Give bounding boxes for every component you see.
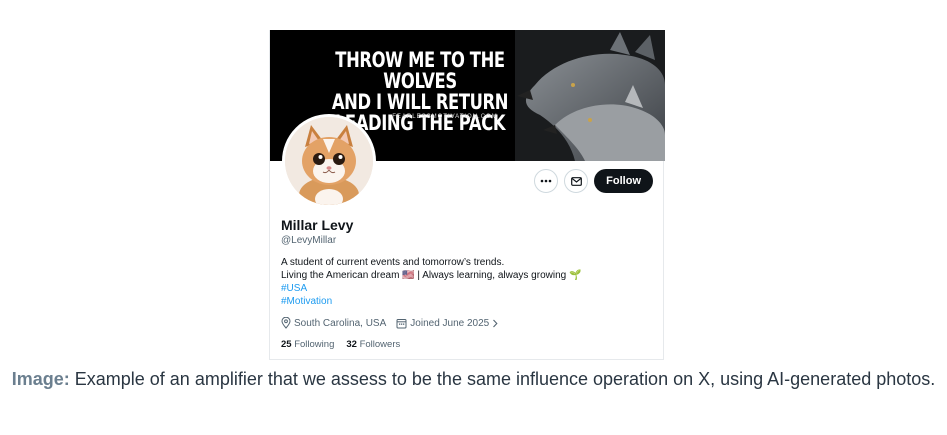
banner-line: AND I WILL RETURN [331, 90, 509, 114]
message-button[interactable] [564, 169, 589, 193]
followers-link[interactable]: 32 Followers [346, 339, 400, 350]
hashtag-link[interactable]: #USA [281, 282, 581, 295]
bio-text: | Always learning, always growing [414, 270, 569, 281]
followers-count: 32 [346, 339, 357, 350]
image-caption: Image: Example of an amplifier that we a… [0, 366, 947, 393]
hashtag-link[interactable]: #Motivation [281, 295, 581, 308]
joined-text: Joined June 2025 [410, 317, 490, 329]
location-pin-icon [281, 317, 291, 329]
username: @LevyMillar [281, 235, 337, 246]
location-text: South Carolina, USA [294, 317, 387, 329]
location: South Carolina, USA [281, 317, 386, 329]
followers-label: Followers [359, 339, 401, 350]
us-flag-emoji: 🇺🇸 [402, 270, 415, 281]
following-count: 25 [281, 339, 292, 350]
joined-date[interactable]: Joined June 2025 [396, 318, 498, 329]
profile-meta: South Carolina, USA Joined June 2025 [281, 317, 498, 329]
mail-icon [570, 176, 582, 186]
follow-stats: 25 Following 32 Followers [281, 339, 400, 350]
bio-line: Living the American dream 🇺🇸 | Always le… [281, 269, 581, 282]
more-icon [540, 179, 552, 183]
banner-line: THROW ME TO THE WOLVES [335, 48, 505, 93]
calendar-icon [396, 318, 407, 328]
caption-label: Image: [11, 369, 70, 389]
sprout-emoji: 🌱 [568, 270, 582, 281]
cat-avatar-image [285, 117, 373, 205]
display-name: Millar Levy [281, 217, 354, 233]
banner-website: FEARLESSMOTIVATION.COM [392, 114, 498, 120]
profile-card: THROW ME TO THE WOLVES AND I WILL RETURN… [269, 30, 665, 360]
following-link[interactable]: 25 Following [281, 339, 334, 350]
profile-actions: Follow [534, 169, 653, 193]
profile-bio: A student of current events and tomorrow… [281, 256, 581, 308]
avatar[interactable] [282, 114, 376, 208]
caption-text: Example of an amplifier that we assess t… [69, 369, 936, 389]
wolves-image [515, 30, 665, 161]
follow-button[interactable]: Follow [594, 169, 653, 193]
bio-line: A student of current events and tomorrow… [281, 257, 505, 268]
bio-text: Living the American dream [281, 270, 400, 281]
more-button[interactable] [534, 169, 559, 193]
chevron-right-icon [493, 319, 498, 327]
following-label: Following [294, 339, 335, 350]
